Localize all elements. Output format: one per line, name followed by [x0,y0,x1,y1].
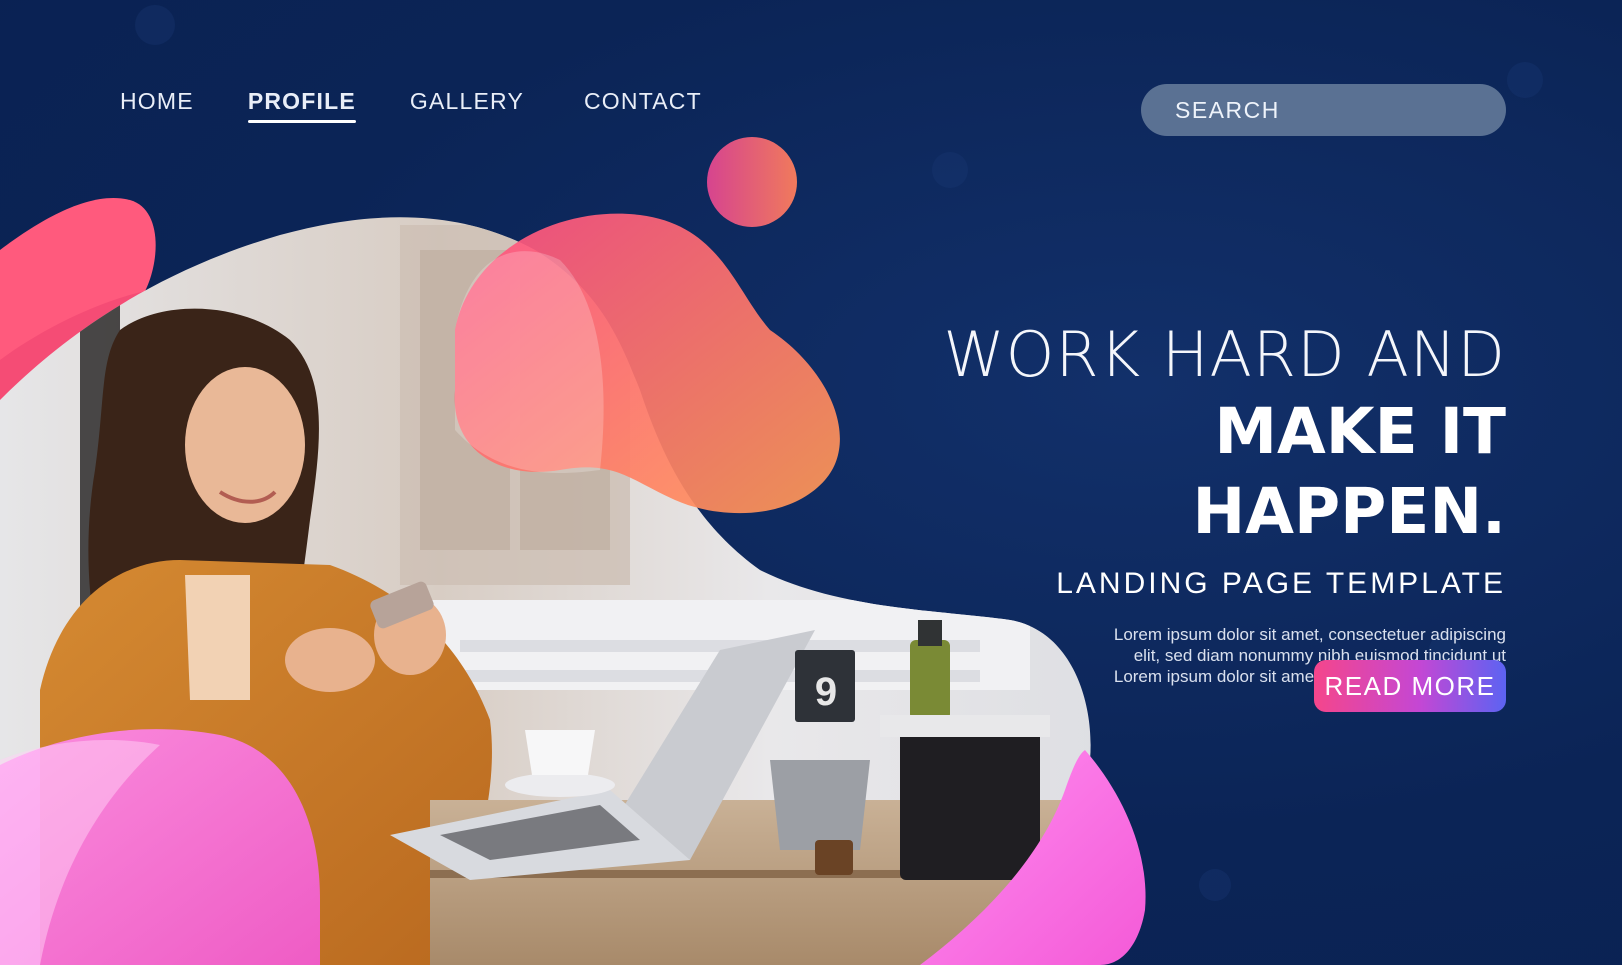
landing-page: 9 HOME PROFILE GALLERY CONTACT SEARCH WO… [0,0,1622,965]
main-nav: HOME PROFILE GALLERY CONTACT [120,88,702,123]
hero-copy: WORK HARD AND MAKE IT HAPPEN. LANDING PA… [886,318,1506,687]
headline-bold: MAKE IT HAPPEN. [1192,395,1506,548]
search-input[interactable] [1173,95,1484,125]
nav-item-home[interactable]: HOME [120,88,194,121]
table-number-text: 9 [815,670,837,714]
nav-item-gallery[interactable]: GALLERY [410,88,524,121]
nav-item-contact[interactable]: CONTACT [584,88,702,121]
hero-subtitle: LANDING PAGE TEMPLATE [1056,567,1506,600]
nav-item-profile[interactable]: PROFILE [247,88,356,123]
headline-light: WORK HARD AND [943,318,1506,391]
read-more-button[interactable]: READ MORE [1314,660,1506,712]
body-line: Lorem ipsum dolor sit amet, consectetuer… [1113,625,1506,644]
search-bar [1141,84,1506,136]
